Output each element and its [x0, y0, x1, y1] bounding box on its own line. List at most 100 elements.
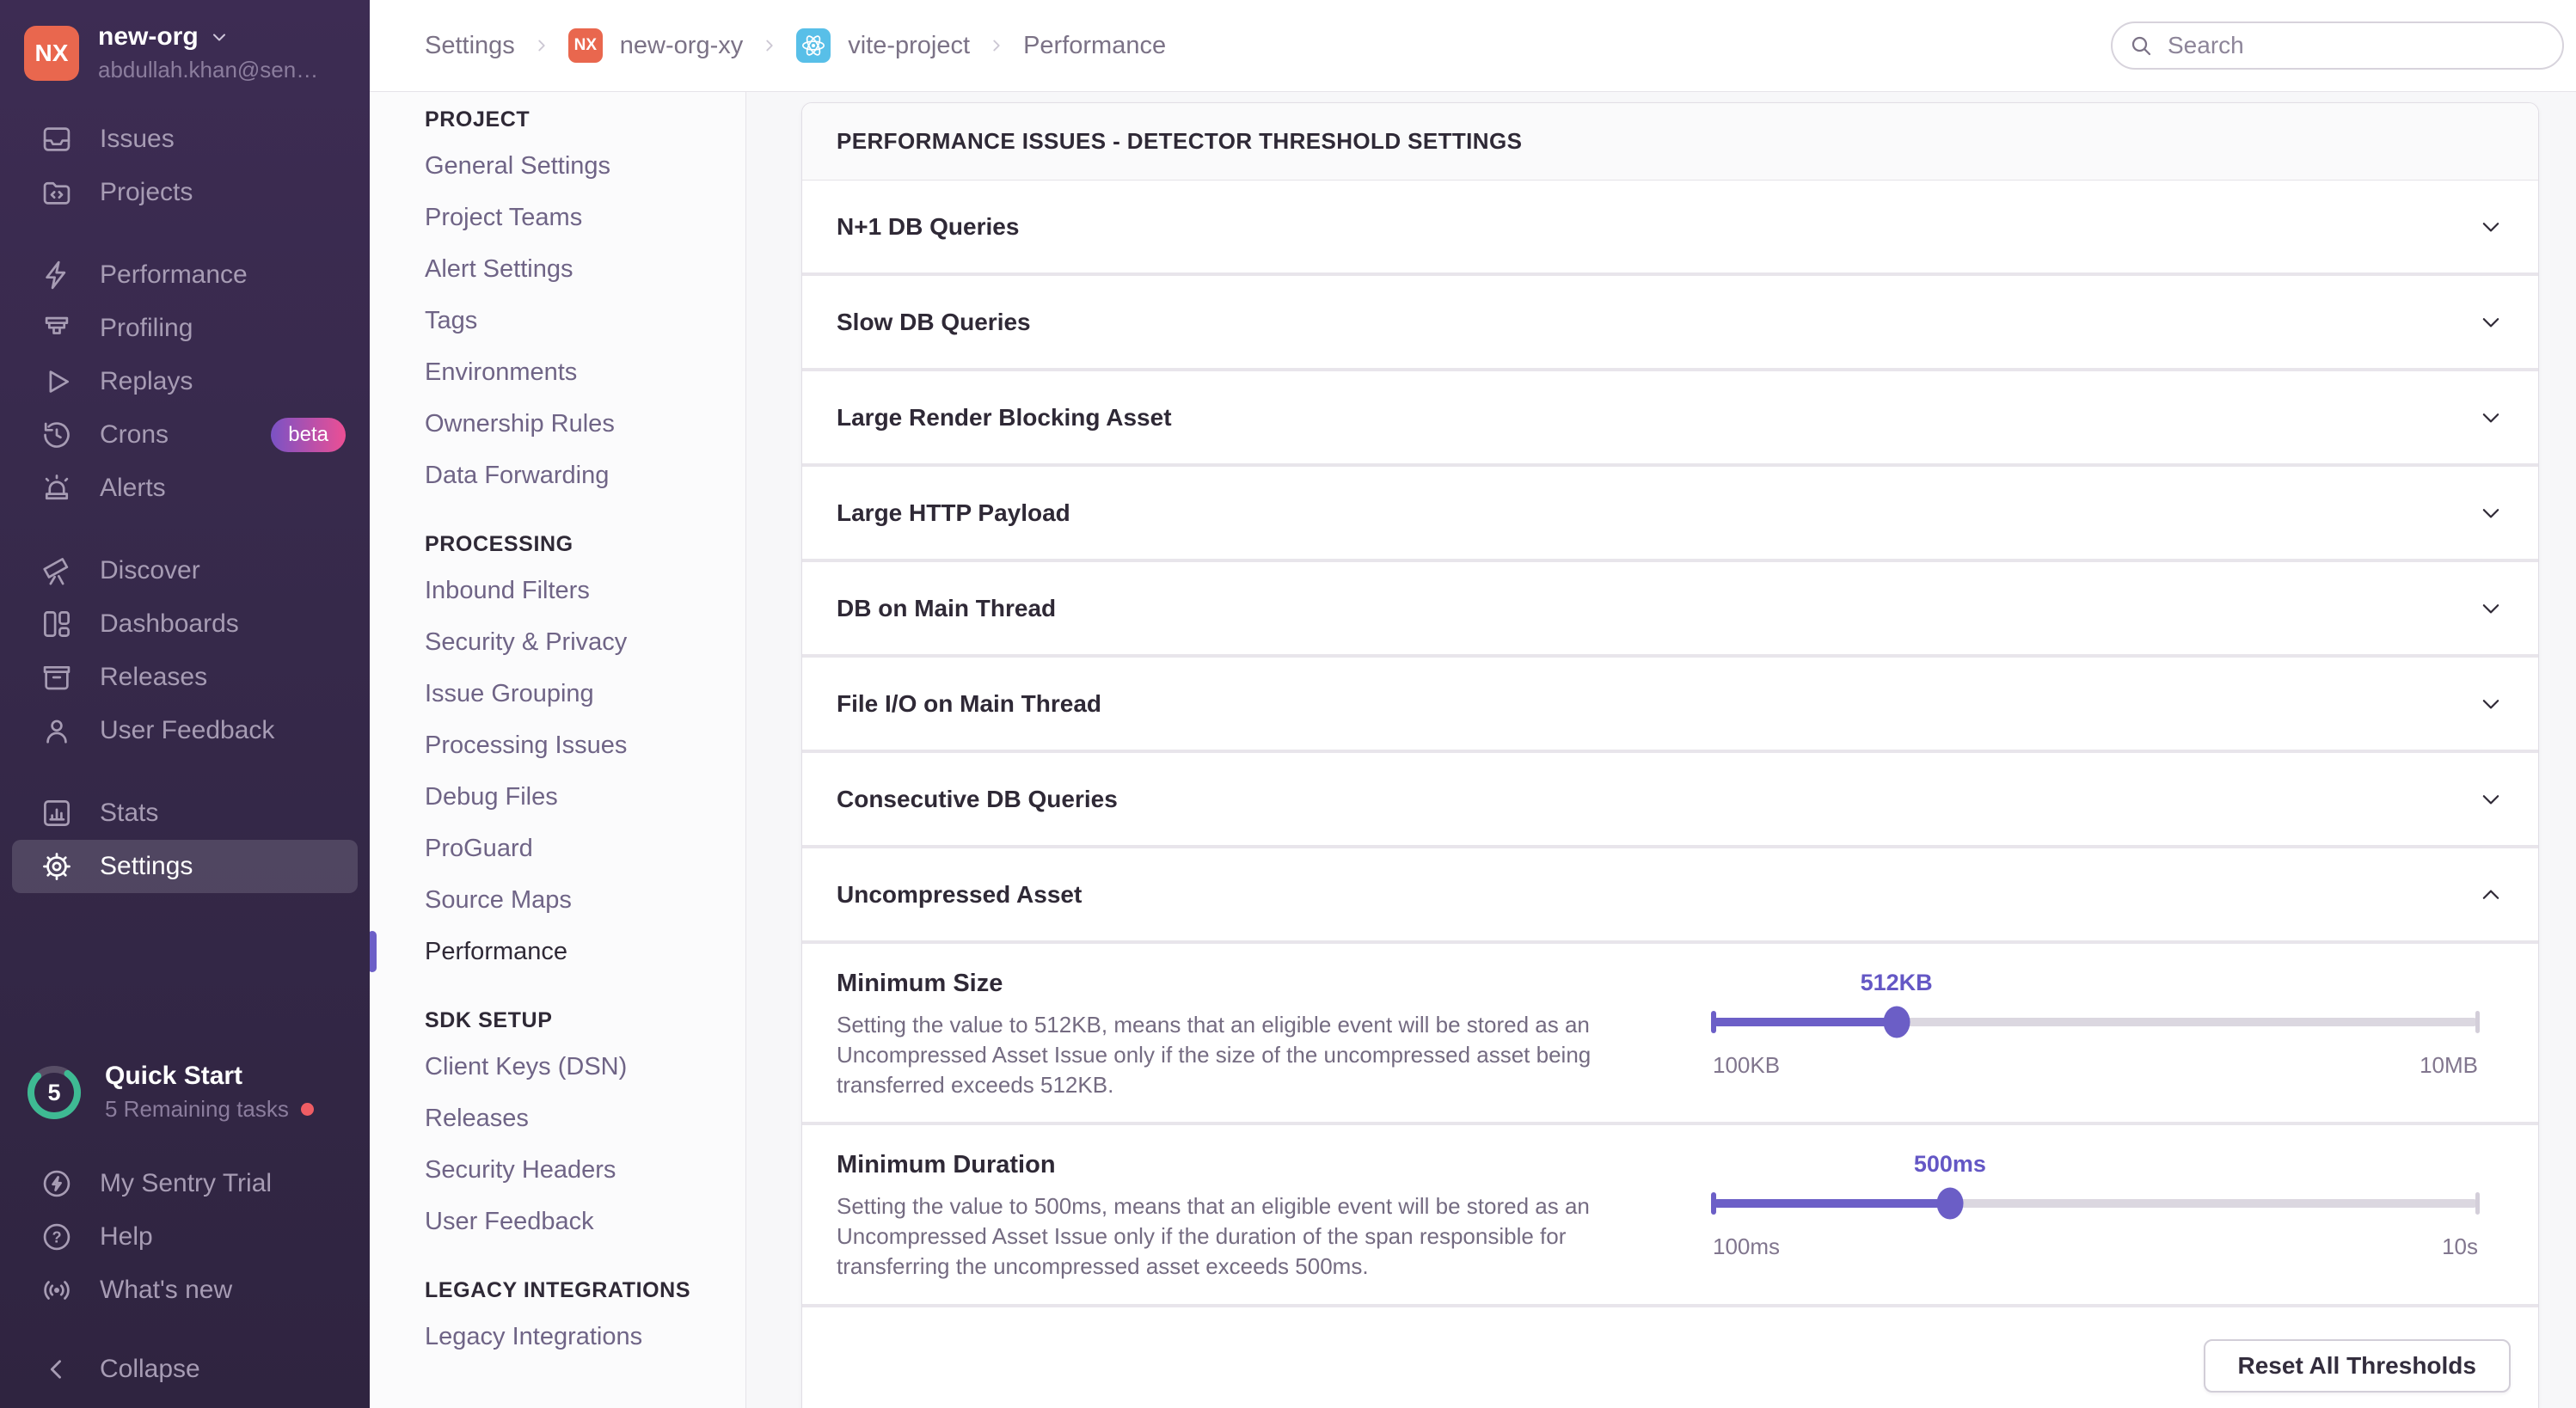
minimum-duration-text: Minimum Duration Setting the value to 50… — [837, 1151, 1636, 1281]
slider-thumb[interactable] — [1936, 1188, 1963, 1220]
sidebar-item-issues[interactable]: Issues — [0, 113, 370, 166]
accordion-row-large-http-payload[interactable]: Large HTTP Payload — [802, 467, 2538, 559]
nav-group-admin: Stats Settings — [0, 787, 370, 893]
settings-nav-item-client-keys[interactable]: Client Keys (DSN) — [370, 1041, 745, 1093]
accordion-label: DB on Main Thread — [837, 595, 1056, 622]
sidebar-item-label: Help — [100, 1222, 153, 1252]
accordion-row-db-on-main-thread[interactable]: DB on Main Thread — [802, 562, 2538, 654]
broadcast-icon — [40, 1273, 74, 1307]
sidebar-item-stats[interactable]: Stats — [0, 787, 370, 840]
sidebar-item-help[interactable]: ? Help — [0, 1210, 370, 1264]
breadcrumb-separator-icon — [987, 36, 1006, 55]
sidebar-item-crons[interactable]: Crons beta — [0, 408, 370, 462]
accordion-label: Consecutive DB Queries — [837, 786, 1118, 813]
chevron-down-icon — [2478, 787, 2504, 812]
accordion-label: Large HTTP Payload — [837, 499, 1070, 527]
quick-start[interactable]: 5 Quick Start 5 Remaining tasks — [0, 1044, 370, 1140]
sidebar-item-label: My Sentry Trial — [100, 1169, 272, 1198]
breadcrumb-separator-icon — [532, 36, 551, 55]
settings-nav-section-processing: PROCESSING — [370, 523, 745, 565]
sidebar-item-performance[interactable]: Performance — [0, 248, 370, 302]
settings-nav-item-user-feedback[interactable]: User Feedback — [370, 1196, 745, 1247]
breadcrumb-org-avatar[interactable]: NX — [568, 28, 603, 63]
slider-max-label: 10s — [2442, 1234, 2478, 1260]
sidebar-item-settings[interactable]: Settings — [12, 840, 358, 893]
stats-icon — [40, 796, 74, 830]
settings-nav-item-issue-grouping[interactable]: Issue Grouping — [370, 668, 745, 719]
settings-nav-item-alert-settings[interactable]: Alert Settings — [370, 243, 745, 295]
reset-all-thresholds-button[interactable]: Reset All Thresholds — [2204, 1339, 2511, 1393]
dashboards-icon — [40, 607, 74, 641]
sidebar-item-alerts[interactable]: Alerts — [0, 462, 370, 515]
settings-nav-item-legacy-integrations[interactable]: Legacy Integrations — [370, 1311, 745, 1362]
sidebar-footer: My Sentry Trial ? Help What's new Collap… — [0, 1157, 370, 1396]
sidebar-item-projects[interactable]: Projects — [0, 166, 370, 219]
settings-nav-item-data-forwarding[interactable]: Data Forwarding — [370, 450, 745, 501]
breadcrumb-project[interactable]: vite-project — [848, 32, 970, 60]
accordion-row-uncompressed-asset[interactable]: Uncompressed Asset — [802, 848, 2538, 940]
settings-nav-item-performance[interactable]: Performance — [370, 926, 745, 977]
topbar: Settings NX new-org-xy vite-project Perf… — [370, 0, 2576, 92]
accordion-label: Slow DB Queries — [837, 309, 1031, 336]
react-project-icon[interactable] — [796, 28, 831, 63]
settings-nav-item-releases[interactable]: Releases — [370, 1093, 745, 1144]
sidebar-item-label: Projects — [100, 178, 193, 207]
settings-nav-item-security-privacy[interactable]: Security & Privacy — [370, 616, 745, 668]
settings-nav-item-debug-files[interactable]: Debug Files — [370, 771, 745, 823]
settings-nav: PROJECT General Settings Project Teams A… — [370, 92, 746, 1408]
accordion-label: Uncompressed Asset — [837, 881, 1082, 909]
sidebar-bottom: 5 Quick Start 5 Remaining tasks My Sentr… — [0, 1044, 370, 1408]
settings-nav-item-ownership-rules[interactable]: Ownership Rules — [370, 398, 745, 450]
sidebar-item-replays[interactable]: Replays — [0, 355, 370, 408]
panel-footer: Reset All Thresholds — [802, 1307, 2538, 1408]
settings-nav-item-general-settings[interactable]: General Settings — [370, 140, 745, 192]
sidebar-item-label: Releases — [100, 663, 207, 692]
slider-track[interactable] — [1713, 1199, 2478, 1208]
settings-nav-item-security-headers[interactable]: Security Headers — [370, 1144, 745, 1196]
accordion-row-consecutive-db-queries[interactable]: Consecutive DB Queries — [802, 753, 2538, 845]
breadcrumb-settings[interactable]: Settings — [425, 32, 515, 60]
accordion-row-file-io-on-main-thread[interactable]: File I/O on Main Thread — [802, 658, 2538, 750]
slider-min-label: 100ms — [1713, 1234, 1780, 1260]
accordion-row-n1-db-queries[interactable]: N+1 DB Queries — [802, 181, 2538, 272]
replays-icon — [40, 364, 74, 399]
crons-icon — [40, 418, 74, 452]
quick-start-progress-ring: 5 — [24, 1062, 84, 1123]
minimum-size-title: Minimum Size — [837, 970, 1636, 998]
sidebar-item-user-feedback[interactable]: User Feedback — [0, 704, 370, 757]
search-box[interactable] — [2111, 21, 2564, 70]
settings-nav-item-proguard[interactable]: ProGuard — [370, 823, 745, 874]
sidebar-item-discover[interactable]: Discover — [0, 544, 370, 597]
settings-nav-item-environments[interactable]: Environments — [370, 346, 745, 398]
panel-title: PERFORMANCE ISSUES - DETECTOR THRESHOLD … — [802, 103, 2538, 181]
issues-icon — [40, 122, 74, 156]
settings-nav-section-legacy: LEGACY INTEGRATIONS — [370, 1270, 745, 1311]
accordion-row-slow-db-queries[interactable]: Slow DB Queries — [802, 276, 2538, 368]
slider-thumb[interactable] — [1883, 1007, 1910, 1038]
search-input[interactable] — [2166, 31, 2547, 60]
sidebar-item-my-sentry-trial[interactable]: My Sentry Trial — [0, 1157, 370, 1210]
settings-nav-item-source-maps[interactable]: Source Maps — [370, 874, 745, 926]
accordion-row-large-render-blocking-asset[interactable]: Large Render Blocking Asset — [802, 371, 2538, 463]
sidebar-collapse-button[interactable]: Collapse — [0, 1343, 370, 1396]
sidebar-item-label: Crons — [100, 420, 169, 450]
alerts-icon — [40, 471, 74, 505]
sidebar-item-dashboards[interactable]: Dashboards — [0, 597, 370, 651]
settings-nav-item-project-teams[interactable]: Project Teams — [370, 192, 745, 243]
settings-nav-item-processing-issues[interactable]: Processing Issues — [370, 719, 745, 771]
chevron-left-icon — [40, 1352, 74, 1387]
sidebar-item-whats-new[interactable]: What's new — [0, 1264, 370, 1317]
sidebar-item-label: Settings — [100, 852, 193, 881]
org-switcher[interactable]: NX new-org abdullah.khan@sen… — [0, 0, 370, 99]
sidebar-item-profiling[interactable]: Profiling — [0, 302, 370, 355]
sidebar-item-label: Profiling — [100, 314, 193, 343]
slider-max-label: 10MB — [2420, 1052, 2478, 1079]
slider-track[interactable] — [1713, 1018, 2478, 1026]
sidebar-item-releases[interactable]: Releases — [0, 651, 370, 704]
quick-start-subtitle: 5 Remaining tasks — [105, 1096, 289, 1123]
settings-nav-section-sdk-setup: SDK SETUP — [370, 1000, 745, 1041]
notification-dot — [301, 1103, 314, 1116]
settings-nav-item-tags[interactable]: Tags — [370, 295, 745, 346]
breadcrumb-org[interactable]: new-org-xy — [620, 32, 743, 60]
settings-nav-item-inbound-filters[interactable]: Inbound Filters — [370, 565, 745, 616]
